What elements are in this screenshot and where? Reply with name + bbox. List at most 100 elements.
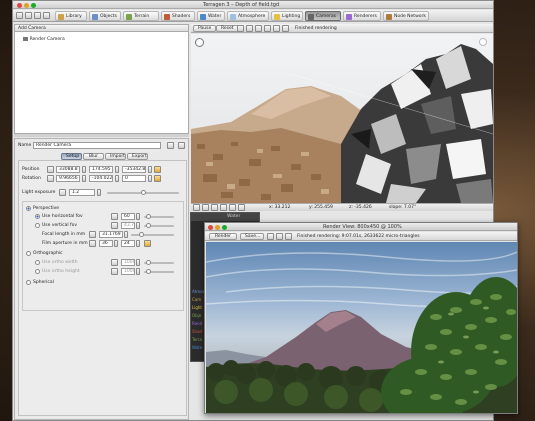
toolbar-tab-lighting[interactable]: Lighting bbox=[271, 11, 303, 21]
info-icon[interactable] bbox=[43, 12, 50, 19]
vfov-slider[interactable] bbox=[144, 223, 174, 228]
vfov-stepper-icon[interactable] bbox=[136, 222, 140, 229]
zoom-mode-icon[interactable] bbox=[202, 204, 209, 211]
vfov-slider-knob[interactable] bbox=[146, 223, 151, 228]
render-clear-icon[interactable] bbox=[276, 233, 283, 240]
light-exposure-slider[interactable] bbox=[107, 190, 179, 195]
focal-stepper-icon[interactable] bbox=[124, 231, 128, 238]
ortho-height-slider-knob[interactable] bbox=[146, 269, 151, 274]
render-image[interactable] bbox=[206, 242, 517, 413]
toolbar-tab-objects[interactable]: Objects bbox=[89, 11, 121, 21]
rotation-x-field[interactable]: 9.96656 bbox=[56, 175, 80, 182]
aperture-width-stepper-icon[interactable] bbox=[114, 240, 118, 247]
ortho-width-stepper-icon[interactable] bbox=[136, 259, 140, 266]
light-exposure-field[interactable]: 1.2 bbox=[69, 189, 95, 196]
position-y-field[interactable]: 174.595 bbox=[89, 166, 113, 173]
rotation-link-icon[interactable] bbox=[154, 175, 161, 182]
help-icon[interactable] bbox=[178, 142, 185, 149]
render-save-button[interactable]: Save... bbox=[240, 233, 264, 240]
close-icon[interactable] bbox=[17, 2, 22, 8]
tab-import[interactable]: Import bbox=[105, 153, 126, 160]
pan-mode-icon[interactable] bbox=[211, 204, 218, 211]
rotation-z-field[interactable]: 0 bbox=[122, 175, 146, 182]
render-zoom-icon[interactable] bbox=[222, 224, 227, 230]
ortho-width-field[interactable]: 1000 bbox=[121, 259, 135, 266]
ortho-width-slider-knob[interactable] bbox=[146, 260, 151, 265]
minimize-icon[interactable] bbox=[24, 2, 29, 8]
refresh-icon[interactable] bbox=[282, 25, 289, 32]
nav-mode-icon[interactable] bbox=[193, 204, 200, 211]
hfov-slider[interactable] bbox=[144, 214, 174, 219]
aperture-picker-icon[interactable] bbox=[89, 240, 96, 247]
ortho-height-picker-icon[interactable] bbox=[111, 268, 118, 275]
hfov-field[interactable]: 60 bbox=[121, 213, 135, 220]
render-settings-icon[interactable] bbox=[264, 25, 271, 32]
render-button[interactable]: Render bbox=[209, 233, 237, 240]
hfov-picker-icon[interactable] bbox=[111, 213, 118, 220]
reset-button[interactable]: Reset bbox=[216, 25, 239, 32]
viewport-menu-icon[interactable] bbox=[237, 25, 244, 32]
position-z-field[interactable]: -35342.8 bbox=[122, 166, 146, 173]
vfov-field[interactable]: 43.7 bbox=[121, 222, 135, 229]
zoom-icon[interactable] bbox=[31, 2, 36, 8]
exposure-picker-icon[interactable] bbox=[59, 189, 66, 196]
tab-export[interactable]: Export bbox=[127, 153, 148, 160]
tab-blur[interactable]: Blur bbox=[83, 153, 104, 160]
add-camera-button[interactable]: Add Camera bbox=[15, 25, 188, 32]
render-close-icon[interactable] bbox=[208, 224, 213, 230]
save-icon[interactable] bbox=[25, 12, 32, 19]
perspective-radio[interactable] bbox=[26, 206, 31, 211]
toolbar-tab-terrain[interactable]: Terrain bbox=[123, 11, 159, 21]
orbit-mode-icon[interactable] bbox=[220, 204, 227, 211]
settings-icon[interactable] bbox=[34, 12, 41, 19]
ortho-height-slider[interactable] bbox=[144, 269, 174, 274]
ortho-width-picker-icon[interactable] bbox=[111, 259, 118, 266]
ortho-height-field[interactable]: 1000 bbox=[121, 268, 135, 275]
toolbar-tab-node-network[interactable]: Node Network bbox=[383, 11, 429, 21]
focal-length-slider-knob[interactable] bbox=[139, 232, 144, 237]
spherical-radio[interactable] bbox=[26, 280, 31, 285]
snap-icon[interactable] bbox=[229, 204, 236, 211]
ortho-width-radio[interactable] bbox=[35, 260, 40, 265]
toolbar-tab-water[interactable]: Water bbox=[197, 11, 225, 21]
toolbar-tab-shaders[interactable]: Shaders bbox=[161, 11, 195, 21]
pause-button[interactable]: Pause bbox=[193, 25, 217, 32]
ortho-height-stepper-icon[interactable] bbox=[136, 268, 140, 275]
rotation-stepper-icon[interactable] bbox=[115, 175, 119, 182]
toolbar-tab-cameras[interactable]: Cameras bbox=[305, 11, 341, 21]
grid-icon[interactable] bbox=[238, 204, 245, 211]
focal-length-field[interactable]: 31.1769 bbox=[99, 231, 123, 238]
lock-icon[interactable] bbox=[255, 25, 262, 32]
position-stepper-icon[interactable] bbox=[115, 166, 119, 173]
light-exposure-slider-knob[interactable] bbox=[141, 190, 146, 195]
viewport-corner-icon[interactable] bbox=[479, 38, 487, 46]
aperture-link-icon[interactable] bbox=[144, 240, 151, 247]
rotation-y-field[interactable]: -104.022 bbox=[89, 175, 113, 182]
position-stepper-icon[interactable] bbox=[148, 166, 152, 173]
position-link-icon[interactable] bbox=[154, 166, 161, 173]
rotation-stepper-icon[interactable] bbox=[148, 175, 152, 182]
hfov-slider-knob[interactable] bbox=[146, 214, 151, 219]
ortho-width-slider[interactable] bbox=[144, 260, 174, 265]
node-options-icon[interactable] bbox=[167, 142, 174, 149]
toolbar-tab-library[interactable]: Library bbox=[55, 11, 87, 21]
navigation-compass-icon[interactable] bbox=[195, 38, 204, 47]
open-icon[interactable] bbox=[16, 12, 23, 19]
toolbar-tab-renderers[interactable]: Renderers bbox=[343, 11, 381, 21]
rotation-picker-icon[interactable] bbox=[47, 175, 54, 182]
focal-length-slider[interactable] bbox=[131, 232, 174, 237]
title-bar[interactable]: Terragen 3 – Depth of field.tgd bbox=[13, 1, 493, 9]
aperture-width-field[interactable]: 36 bbox=[99, 240, 113, 247]
panel-splitter[interactable] bbox=[14, 134, 189, 137]
position-stepper-icon[interactable] bbox=[82, 166, 86, 173]
aperture-height-field[interactable]: 24 bbox=[121, 240, 135, 247]
rotation-stepper-icon[interactable] bbox=[82, 175, 86, 182]
tree-item-render-camera[interactable]: Render Camera bbox=[23, 36, 65, 43]
tab-setup[interactable]: Setup bbox=[61, 153, 82, 160]
use-hfov-radio[interactable] bbox=[35, 214, 40, 219]
render-settings-icon[interactable] bbox=[267, 233, 274, 240]
display-options-icon[interactable] bbox=[273, 25, 280, 32]
focal-picker-icon[interactable] bbox=[89, 231, 96, 238]
camera-view-icon[interactable] bbox=[246, 25, 253, 32]
exposure-stepper-icon[interactable] bbox=[97, 189, 101, 196]
